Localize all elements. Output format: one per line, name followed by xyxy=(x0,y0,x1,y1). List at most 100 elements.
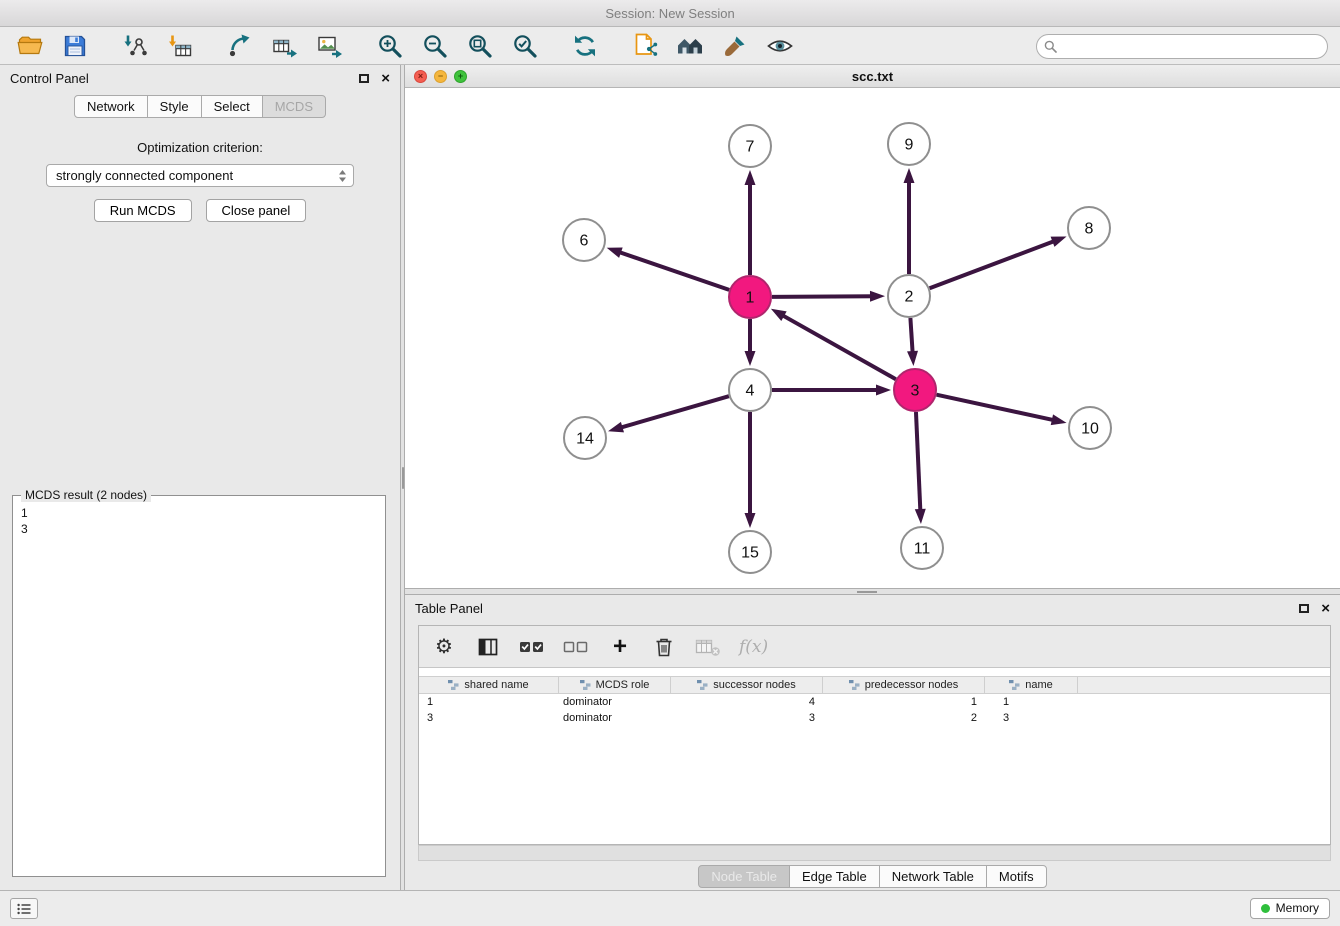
import-network-button[interactable] xyxy=(117,31,153,62)
maximize-window-icon[interactable]: + xyxy=(454,70,467,83)
criterion-value: strongly connected component xyxy=(56,168,338,183)
edge-arrowhead xyxy=(870,291,885,302)
function-builder-button[interactable]: f(x) xyxy=(739,634,768,660)
close-panel-button[interactable]: Close panel xyxy=(206,199,307,222)
task-history-button[interactable] xyxy=(10,898,38,919)
table-toolbar: ⚙ + f(x) xyxy=(419,626,1330,668)
delete-column-button[interactable] xyxy=(651,634,677,660)
tab-select[interactable]: Select xyxy=(201,95,263,118)
column-header-mcds-role[interactable]: MCDS role xyxy=(559,677,671,693)
edge-3-10[interactable] xyxy=(936,395,1055,421)
edge-1-2[interactable] xyxy=(772,296,874,297)
node-10[interactable]: 10 xyxy=(1069,407,1111,449)
column-label: name xyxy=(1025,679,1053,691)
close-window-icon[interactable]: × xyxy=(414,70,427,83)
column-header-successor-nodes[interactable]: successor nodes xyxy=(671,677,823,693)
run-mcds-button[interactable]: Run MCDS xyxy=(94,199,192,222)
save-session-button[interactable] xyxy=(57,31,93,62)
edge-1-6[interactable] xyxy=(617,251,729,289)
network-canvas[interactable]: 7 9 6 8 1 2 4 3 14 10 15 11 xyxy=(405,88,1340,588)
open-session-button[interactable] xyxy=(12,31,48,62)
criterion-dropdown[interactable]: strongly connected component xyxy=(46,164,354,187)
edge-2-8[interactable] xyxy=(930,240,1057,288)
zoom-fit-icon xyxy=(467,33,493,59)
column-header-shared-name[interactable]: shared name xyxy=(419,677,559,693)
edge-4-14[interactable] xyxy=(619,396,729,428)
show-columns-button[interactable] xyxy=(475,634,501,660)
tab-edge-table[interactable]: Edge Table xyxy=(789,865,880,888)
node-label: 9 xyxy=(905,137,914,154)
node-table: shared nameMCDS rolesuccessor nodesprede… xyxy=(419,668,1330,844)
export-network-button[interactable] xyxy=(222,31,258,62)
control-panel-tabs: NetworkStyleSelectMCDS xyxy=(0,95,400,118)
export-image-button[interactable] xyxy=(312,31,348,62)
import-network-icon xyxy=(122,33,148,59)
node-2[interactable]: 2 xyxy=(888,275,930,317)
table-settings-button[interactable]: ⚙ xyxy=(431,634,457,660)
home-button[interactable] xyxy=(672,31,708,62)
table-cell: 3 xyxy=(419,710,559,726)
tab-style[interactable]: Style xyxy=(147,95,202,118)
edge-2-3[interactable] xyxy=(910,318,912,355)
node-8[interactable]: 8 xyxy=(1068,207,1110,249)
column-header-name[interactable]: name xyxy=(985,677,1078,693)
table-row[interactable]: 1dominator411 xyxy=(419,694,1330,710)
show-hide-button[interactable] xyxy=(762,31,798,62)
node-7[interactable]: 7 xyxy=(729,125,771,167)
close-panel-icon[interactable]: × xyxy=(381,71,390,86)
export-group xyxy=(222,31,348,62)
node-9[interactable]: 9 xyxy=(888,123,930,165)
float-table-panel-icon[interactable] xyxy=(1299,604,1309,613)
zoom-fit-button[interactable] xyxy=(462,31,498,62)
select-all-button[interactable] xyxy=(519,634,545,660)
node-6[interactable]: 6 xyxy=(563,219,605,261)
list-icon xyxy=(17,903,31,915)
deselect-all-button[interactable] xyxy=(563,634,589,660)
minimize-window-icon[interactable]: − xyxy=(434,70,447,83)
import-table-button[interactable] xyxy=(162,31,198,62)
table-cell: 2 xyxy=(823,710,985,726)
table-row[interactable]: 3dominator323 xyxy=(419,710,1330,726)
table-panel-tabs: Node TableEdge TableNetwork TableMotifs xyxy=(698,865,1046,888)
horizontal-splitter[interactable] xyxy=(405,588,1340,595)
search-box xyxy=(1036,34,1328,59)
edge-arrowhead xyxy=(607,247,623,257)
mcds-result-body: 13 xyxy=(13,496,385,546)
zoom-out-button[interactable] xyxy=(417,31,453,62)
export-table-button[interactable] xyxy=(267,31,303,62)
search-input[interactable] xyxy=(1036,34,1328,59)
tab-motifs[interactable]: Motifs xyxy=(986,865,1047,888)
tab-network-table[interactable]: Network Table xyxy=(879,865,987,888)
node-label: 15 xyxy=(741,545,759,562)
node-label: 6 xyxy=(580,233,589,250)
edge-3-11[interactable] xyxy=(916,412,920,513)
column-header-predecessor-nodes[interactable]: predecessor nodes xyxy=(823,677,985,693)
zoom-in-button[interactable] xyxy=(372,31,408,62)
zoom-selected-button[interactable] xyxy=(507,31,543,62)
edge-arrowhead xyxy=(745,351,756,366)
apply-style-button[interactable] xyxy=(717,31,753,62)
node-3[interactable]: 3 xyxy=(894,369,936,411)
edge-3-1[interactable] xyxy=(780,314,895,379)
tab-node-table[interactable]: Node Table xyxy=(698,865,790,888)
node-4[interactable]: 4 xyxy=(729,369,771,411)
node-14[interactable]: 14 xyxy=(564,417,606,459)
close-table-panel-icon[interactable]: × xyxy=(1321,601,1330,616)
tab-mcds[interactable]: MCDS xyxy=(262,95,326,118)
tab-network[interactable]: Network xyxy=(74,95,148,118)
refresh-button[interactable] xyxy=(567,31,603,62)
node-label: 7 xyxy=(746,139,755,156)
delete-table-button[interactable] xyxy=(695,634,721,660)
home-icon xyxy=(677,33,703,59)
node-11[interactable]: 11 xyxy=(901,527,943,569)
share-network-button[interactable] xyxy=(627,31,663,62)
node-1[interactable]: 1 xyxy=(729,276,771,318)
memory-button[interactable]: Memory xyxy=(1250,898,1330,919)
result-line: 1 xyxy=(21,505,377,521)
add-column-button[interactable]: + xyxy=(607,634,633,660)
import-group xyxy=(117,31,198,62)
float-panel-icon[interactable] xyxy=(359,74,369,83)
table-scrollbar[interactable] xyxy=(418,845,1331,861)
node-15[interactable]: 15 xyxy=(729,531,771,573)
network-window-titlebar[interactable]: × − + scc.txt xyxy=(405,65,1340,88)
